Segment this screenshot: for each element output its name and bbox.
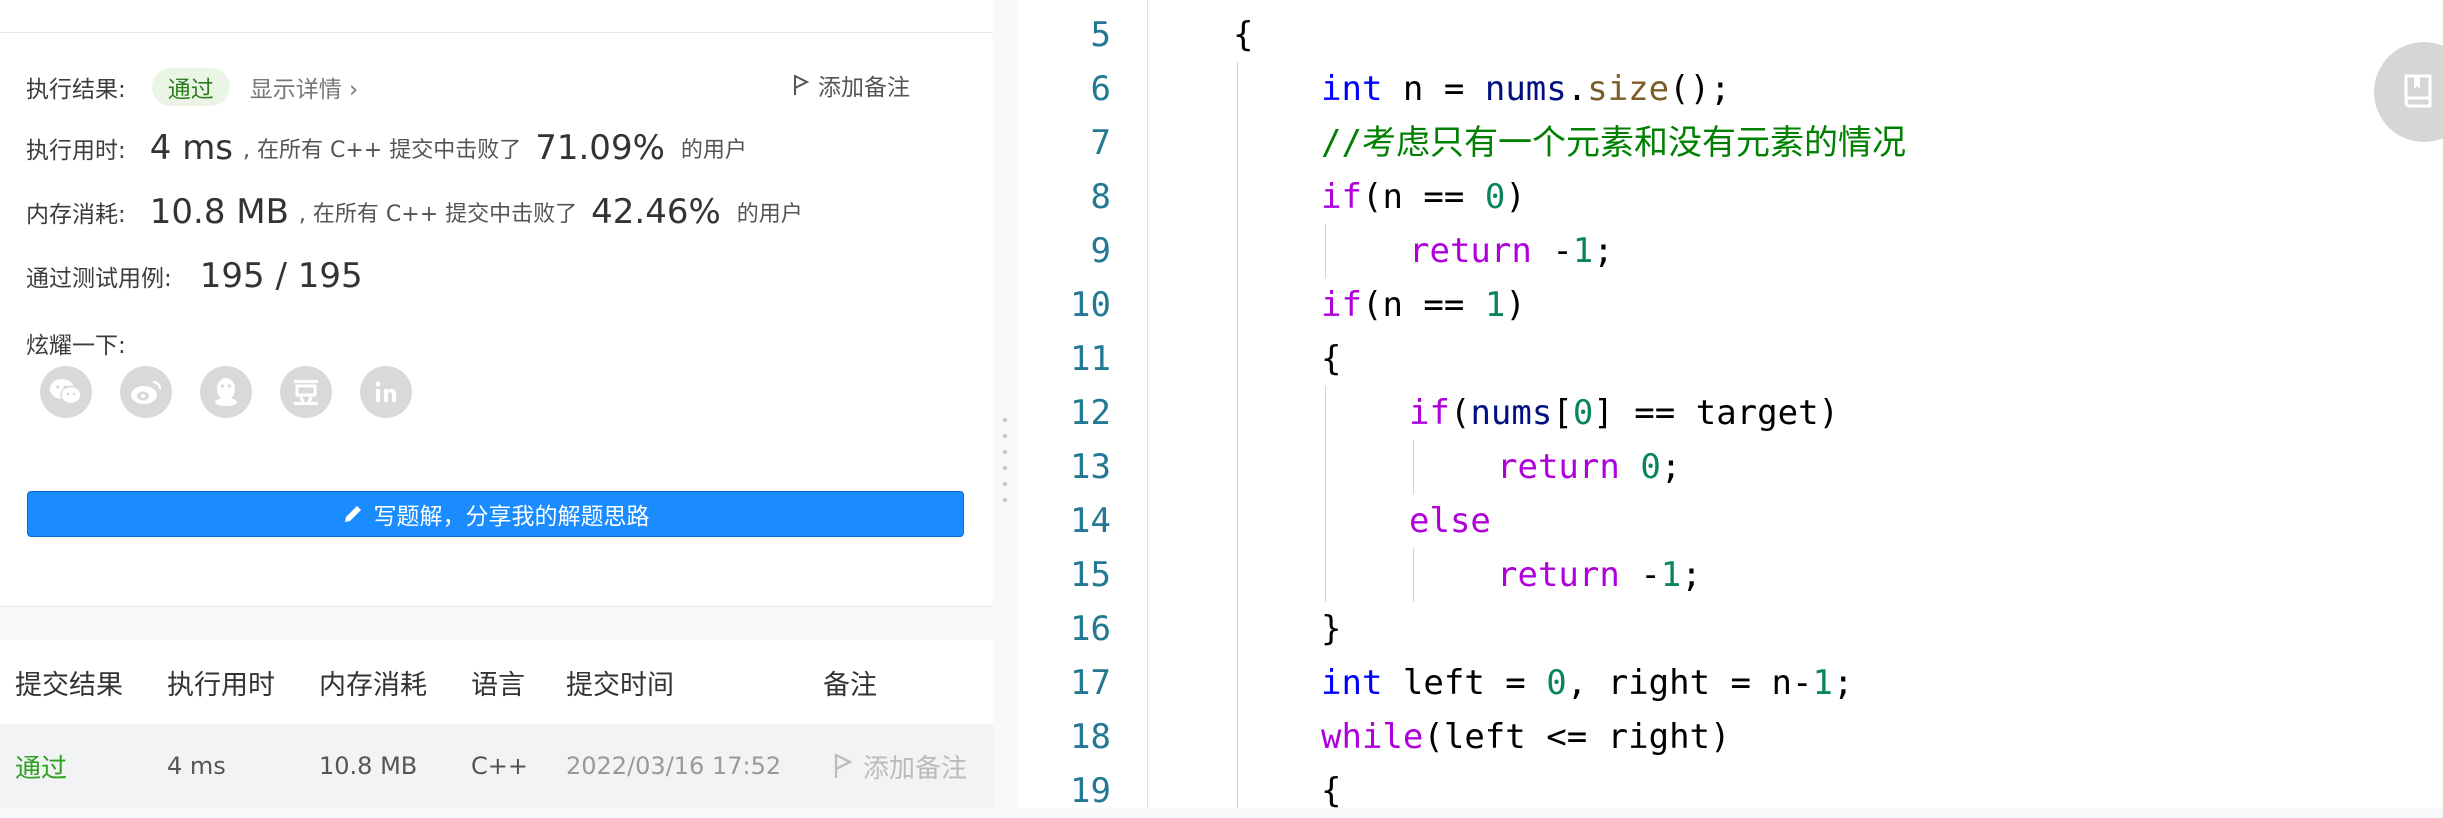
line-number: 7 (1090, 123, 1111, 163)
code-line: int n = nums.size(); (1321, 69, 1731, 109)
indent-guide (1413, 548, 1414, 602)
line-number: 14 (1070, 501, 1111, 541)
code-line: if(nums[0] == target) (1409, 393, 1840, 433)
line-number: 15 (1070, 555, 1111, 595)
status-label: 执行结果: (26, 77, 126, 103)
linkedin-icon[interactable] (360, 366, 412, 418)
code-line: return 0; (1497, 447, 1682, 487)
header-memory[interactable]: 内存消耗 (319, 663, 427, 702)
status-row: 执行结果: 通过 显示详情 › 添加备注 (26, 68, 966, 106)
indent-guide (1325, 386, 1326, 602)
line-number: 16 (1070, 609, 1111, 649)
row-time: 2022/03/16 17:52 (566, 752, 782, 780)
code-line: { (1321, 339, 1342, 379)
left-panel: 执行结果: 通过 显示详情 › 添加备注 执行用时: 4 ms , 在所有 C+… (0, 0, 994, 808)
memory-percent: 42.46% (591, 192, 721, 232)
indent-guide (1413, 440, 1414, 494)
memory-label: 内存消耗: (26, 202, 126, 228)
line-number: 6 (1090, 69, 1111, 109)
header-runtime[interactable]: 执行用时 (167, 663, 275, 702)
row-status[interactable]: 通过 (15, 748, 67, 785)
line-number: 5 (1090, 15, 1111, 55)
submission-result-card: 执行结果: 通过 显示详情 › 添加备注 执行用时: 4 ms , 在所有 C+… (0, 0, 994, 607)
runtime-row: 执行用时: 4 ms , 在所有 C++ 提交中击败了 71.09% 的用户 (26, 128, 747, 168)
row-memory: 10.8 MB (319, 752, 418, 780)
line-number: 12 (1070, 393, 1111, 433)
book-icon (2404, 74, 2432, 108)
row-add-note-label: 添加备注 (863, 753, 968, 784)
wechat-icon[interactable] (40, 366, 92, 418)
header-note: 备注 (823, 669, 877, 701)
code-line: } (1321, 609, 1342, 649)
code-line: if(n == 1) (1321, 285, 1526, 325)
share-row: 炫耀一下: (26, 326, 126, 360)
drag-handle[interactable] (1003, 418, 1007, 502)
flag-icon (834, 754, 853, 778)
divider (0, 32, 993, 33)
row-language: C++ (471, 752, 528, 780)
qq-icon[interactable] (200, 366, 252, 418)
show-details-link[interactable]: 显示详情 › (250, 70, 359, 104)
code-line: return -1; (1497, 555, 1702, 595)
code-line: { (1321, 771, 1342, 811)
table-row[interactable]: 通过 4 ms 10.8 MB C++ 2022/03/16 17:52 添加备… (0, 724, 993, 808)
code-line: while(left <= right) (1321, 717, 1731, 757)
row-runtime: 4 ms (167, 752, 226, 780)
runtime-percent: 71.09% (535, 128, 665, 168)
line-number: 10 (1070, 285, 1111, 325)
test-cases-value: 195 / 195 (199, 256, 363, 296)
runtime-label: 执行用时: (26, 138, 126, 164)
memory-row: 内存消耗: 10.8 MB , 在所有 C++ 提交中击败了 42.46% 的用… (26, 192, 803, 232)
test-cases-row: 通过测试用例: 195 / 195 (26, 256, 363, 296)
table-header: 提交结果 执行用时 内存消耗 语言 提交时间 备注 (0, 640, 993, 724)
code-line: { (1233, 15, 1254, 55)
header-result[interactable]: 提交结果 (15, 663, 123, 702)
share-label: 炫耀一下: (26, 333, 126, 359)
code-line: int left = 0, right = n-1; (1321, 663, 1854, 703)
code-line: //考虑只有一个元素和没有元素的情况 (1321, 123, 1906, 163)
add-note-button[interactable]: 添加备注 (792, 68, 910, 102)
flag-icon (794, 75, 810, 95)
line-number: 11 (1070, 339, 1111, 379)
add-note-label: 添加备注 (818, 75, 910, 101)
line-number: 19 (1070, 771, 1111, 811)
test-cases-label: 通过测试用例: (26, 266, 172, 292)
line-number: 17 (1070, 663, 1111, 703)
runtime-value: 4 ms (149, 128, 234, 168)
pencil-icon (344, 506, 361, 522)
line-number: 18 (1070, 717, 1111, 757)
status-badge: 通过 (151, 68, 230, 106)
douban-icon[interactable] (280, 366, 332, 418)
submissions-table: 提交结果 执行用时 内存消耗 语言 提交时间 备注 通过 4 ms 10.8 M… (0, 640, 994, 808)
memory-users-text: 的用户 (736, 202, 803, 227)
code-editor[interactable]: 5 6 7 8 9 10 11 12 13 14 15 16 17 18 19 … (1017, 0, 2443, 811)
indent-guide (1237, 62, 1238, 808)
weibo-icon[interactable] (120, 366, 172, 418)
code-line: return -1; (1409, 231, 1614, 271)
line-number: 13 (1070, 447, 1111, 487)
code-line: if(n == 0) (1321, 177, 1526, 217)
row-add-note-button[interactable]: 添加备注 (833, 748, 967, 785)
code-line: else (1409, 501, 1491, 541)
line-number: 9 (1090, 231, 1111, 271)
write-solution-button[interactable]: 写题解，分享我的解题思路 (27, 491, 964, 537)
indent-guide (1325, 224, 1326, 278)
share-icons (40, 366, 440, 418)
runtime-users-text: 的用户 (680, 138, 747, 163)
write-solution-label: 写题解，分享我的解题思路 (373, 504, 650, 530)
line-number: 8 (1090, 177, 1111, 217)
runtime-beat-text: , 在所有 C++ 提交中击败了 (243, 138, 522, 163)
header-language[interactable]: 语言 (471, 663, 525, 702)
line-number-gutter: 5 6 7 8 9 10 11 12 13 14 15 16 17 18 19 (1017, 0, 1148, 811)
memory-beat-text: , 在所有 C++ 提交中击败了 (298, 202, 578, 227)
header-time[interactable]: 提交时间 (566, 663, 674, 702)
memory-value: 10.8 MB (149, 192, 289, 232)
panel-splitter[interactable] (993, 0, 1017, 808)
